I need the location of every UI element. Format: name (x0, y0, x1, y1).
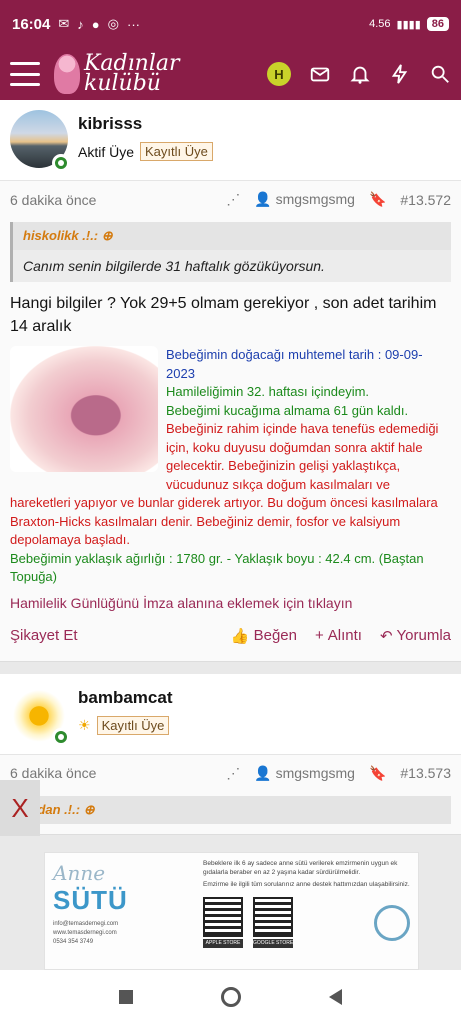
instagram-icon: ◎ (107, 16, 119, 31)
post-meta: 6 dakika önce ⋰ 👤 smgsmgsmg 🔖 #13.573 (0, 753, 461, 792)
thread-content: kibrisss Aktif Üye Kayıtlı Üye 6 dakika … (0, 100, 461, 835)
reply-icon: ↶ (379, 627, 393, 645)
post-number[interactable]: #13.572 (400, 192, 451, 208)
app-header: Kadınlar kulübü H (0, 48, 461, 100)
share-icon[interactable]: ⋰ (226, 765, 240, 782)
quote-block: vadan .!.: ⊕ (10, 795, 451, 824)
like-button[interactable]: 👍 Beğen (231, 627, 297, 645)
sig-weight: Bebeğimin yaklaşık ağırlığı : 1780 gr. -… (10, 550, 424, 585)
author-tag[interactable]: 👤 smgsmgsmg (254, 191, 355, 208)
store-label: GOOGLE STORE (253, 939, 294, 948)
report-link[interactable]: Şikayet Et (10, 627, 78, 644)
back-icon[interactable] (329, 989, 342, 1005)
ad-text2: Emzirme ile ilgili tüm sorularınız anne … (203, 881, 410, 888)
status-badge: Kayıtlı Üye (140, 142, 213, 161)
status-time: 16:04 (12, 15, 51, 33)
store-label: APPLE STORE (203, 939, 243, 948)
post-message: Hangi bilgiler ? Yok 29+5 olmam gerekiyo… (10, 295, 437, 335)
ad-contact: info@temasdernegi.com www.temasdernegi.c… (53, 921, 119, 945)
quote-author-link[interactable]: hiskolikk .!.: ⊕ (13, 222, 451, 250)
post-13572: kibrisss Aktif Üye Kayıtlı Üye 6 dakika … (0, 100, 461, 662)
battery-icon: 86 (426, 17, 449, 31)
mail-icon[interactable] (309, 63, 331, 85)
author-tag[interactable]: 👤 smgsmgsmg (254, 765, 355, 782)
qr-code-icon (203, 897, 243, 937)
system-nav-bar (0, 970, 461, 1024)
bell-icon[interactable] (349, 63, 371, 85)
circle-icon: ● (91, 16, 100, 32)
ad-title-sutu: SÜTÜ (53, 885, 128, 915)
avatar[interactable] (10, 110, 70, 172)
home-icon[interactable] (221, 987, 241, 1007)
post-header: bambamcat ☀ Kayıtlı Üye (0, 673, 461, 754)
search-icon[interactable] (429, 63, 451, 85)
reply-button[interactable]: ↶ Yorumla (380, 627, 451, 645)
status-badge: Kayıtlı Üye (96, 715, 170, 735)
association-seal-icon (374, 904, 410, 941)
username[interactable]: kibrisss (78, 114, 213, 134)
online-icon (52, 154, 70, 172)
sun-icon: ☀ (78, 716, 91, 733)
quote-block: hiskolikk .!.: ⊕ Canım senin bilgilerde … (10, 222, 451, 282)
user-role: Aktif Üye (78, 143, 135, 160)
post-number[interactable]: #13.573 (400, 765, 451, 781)
pregnancy-image (10, 346, 158, 472)
quote-author-link[interactable]: vadan .!.: ⊕ (13, 795, 451, 824)
quote-button[interactable]: + Alıntı (315, 627, 362, 645)
close-ad-button[interactable]: X (0, 780, 40, 836)
ad-text: Bebeklere ilk 6 ay sadece anne sütü veri… (203, 860, 398, 876)
signature: Bebeğimin doğacağı muhtemel tarih : 09-0… (0, 338, 461, 587)
signal-icon: ▮▮▮▮ (396, 18, 421, 31)
username[interactable]: bambamcat (78, 688, 172, 708)
post-time[interactable]: 6 dakika önce (10, 192, 96, 208)
logo-figure-icon (54, 54, 80, 94)
status-bar: 16:04 ✉ ♪ ● ◎ ··· 4.56 ▮▮▮▮ 86 (0, 0, 461, 48)
qr-code-icon (253, 897, 293, 937)
user-avatar[interactable]: H (267, 62, 291, 86)
plus-icon: + (314, 627, 324, 644)
more-icon: ··· (126, 16, 140, 32)
ad-banner[interactable]: Anne SÜTÜ info@temasdernegi.com www.tema… (44, 852, 419, 970)
menu-icon[interactable] (10, 62, 40, 86)
post-actions: Şikayet Et 👍 Beğen + Alıntı ↶ Yorumla (0, 619, 461, 661)
site-logo[interactable]: Kadınlar kulübü (54, 53, 180, 96)
post-header: kibrisss Aktif Üye Kayıtlı Üye (0, 100, 461, 180)
bookmark-icon[interactable]: 🔖 (369, 191, 386, 208)
tiktok-icon: ♪ (77, 16, 84, 32)
quote-text: Canım senin bilgilerde 31 haftalık gözük… (23, 258, 325, 274)
sig-link[interactable]: Hamilelik Günlüğünü İmza alanına eklemek… (0, 587, 461, 619)
arrow-up-icon: ⊕ (101, 228, 113, 243)
bolt-icon[interactable] (389, 63, 411, 85)
arrow-up-icon: ⊕ (83, 801, 95, 817)
recents-icon[interactable] (119, 990, 133, 1004)
notification-icon: ✉ (58, 16, 70, 31)
bookmark-icon[interactable]: 🔖 (369, 765, 386, 782)
online-icon (52, 727, 70, 746)
post-13573: bambamcat ☀ Kayıtlı Üye 6 dakika önce ⋰ … (0, 673, 461, 835)
logo-line2: kulübü (84, 71, 161, 96)
post-time[interactable]: 6 dakika önce (10, 765, 96, 781)
net-speed: 4.56 (369, 18, 391, 30)
thumbs-up-icon: 👍 (230, 627, 250, 645)
ad-title-anne: Anne (53, 861, 106, 885)
avatar[interactable] (10, 683, 70, 746)
share-icon[interactable]: ⋰ (226, 191, 240, 208)
post-meta: 6 dakika önce ⋰ 👤 smgsmgsmg 🔖 #13.572 (0, 180, 461, 218)
